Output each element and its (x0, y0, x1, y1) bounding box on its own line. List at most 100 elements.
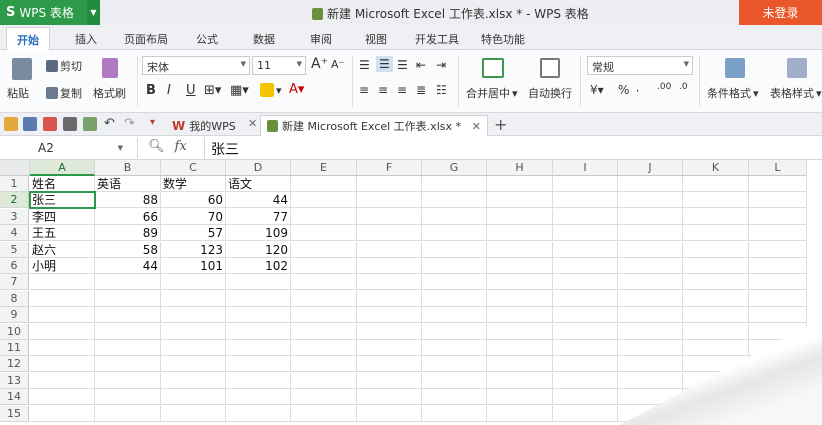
cell-i10[interactable] (553, 323, 618, 340)
cell-e9[interactable] (291, 307, 357, 324)
cell-i6[interactable] (553, 258, 618, 274)
cell-k5[interactable] (683, 241, 749, 258)
cell-a14[interactable] (30, 389, 95, 406)
cell-j8[interactable] (618, 290, 683, 307)
align-bottom-button[interactable]: ☰ (397, 58, 408, 72)
cell-h4[interactable] (487, 225, 553, 242)
undo-icon[interactable]: ↶ (104, 116, 118, 131)
cell-f4[interactable] (357, 225, 422, 242)
thousands-button[interactable]: , (636, 83, 639, 94)
customize-toolbar-icon[interactable]: ▾ (150, 117, 164, 131)
cell-a11[interactable] (30, 340, 95, 356)
cell-e15[interactable] (291, 405, 357, 422)
cell-b13[interactable] (95, 372, 161, 389)
tab-review[interactable]: 审阅 (310, 31, 332, 47)
cell-e13[interactable] (291, 372, 357, 389)
cell-f1[interactable] (357, 176, 422, 192)
table-style-button[interactable]: 表格样式 ▾ (770, 85, 822, 101)
cell-i15[interactable] (553, 405, 618, 422)
border-button[interactable]: ⊞▾ (204, 83, 221, 98)
cell-a5[interactable]: 赵六 (30, 241, 95, 258)
cell-f3[interactable] (357, 208, 422, 225)
cell-d15[interactable] (226, 405, 291, 422)
conditional-format-icon[interactable] (725, 58, 745, 78)
decrease-decimal-button[interactable]: .0 (679, 82, 688, 92)
print-preview-icon[interactable] (83, 117, 97, 131)
cell-j3[interactable] (618, 208, 683, 225)
cell-d1[interactable]: 语文 (226, 176, 291, 192)
wrap-text-button[interactable]: 自动换行 (528, 85, 572, 101)
cell-a4[interactable]: 王五 (30, 225, 95, 242)
column-header-i[interactable]: I (553, 160, 618, 176)
cell-c15[interactable] (161, 405, 226, 422)
cell-c10[interactable] (161, 323, 226, 340)
cell-l8[interactable] (749, 290, 807, 307)
cell-a10[interactable] (30, 323, 95, 340)
cell-a9[interactable] (30, 307, 95, 324)
cell-f8[interactable] (357, 290, 422, 307)
row-header-7[interactable]: 7 (0, 274, 29, 291)
cell-k7[interactable] (683, 274, 749, 291)
cell-a12[interactable] (30, 356, 95, 373)
open-folder-icon[interactable] (4, 117, 18, 131)
cell-j4[interactable] (618, 225, 683, 242)
font-size-select[interactable]: 11 ▼ (252, 56, 306, 75)
fill-color-button[interactable]: ▾ (260, 83, 282, 97)
cell-h13[interactable] (487, 372, 553, 389)
cell-f14[interactable] (357, 389, 422, 406)
row-header-5[interactable]: 5 (0, 241, 29, 258)
cell-g6[interactable] (422, 258, 487, 274)
cell-a7[interactable] (30, 274, 95, 291)
cell-d10[interactable] (226, 323, 291, 340)
cell-d4[interactable]: 109 (226, 225, 291, 242)
cell-style-button[interactable]: ▦▾ (230, 83, 249, 98)
column-header-f[interactable]: F (357, 160, 422, 176)
doc-tab-current[interactable]: 新建 Microsoft Excel 工作表.xlsx * ✕ (260, 115, 488, 136)
cell-j9[interactable] (618, 307, 683, 324)
indent-increase-button[interactable]: ⇥ (436, 58, 446, 72)
name-box[interactable]: A2 ▼ (0, 138, 138, 158)
cell-c1[interactable]: 数学 (161, 176, 226, 192)
align-top-button[interactable]: ☰ (359, 58, 370, 72)
chevron-down-icon[interactable]: ▼ (87, 0, 100, 25)
cell-a8[interactable] (30, 290, 95, 307)
cell-b2[interactable]: 88 (95, 192, 161, 209)
app-menu-button[interactable]: S WPS 表格 ▼ (0, 0, 100, 25)
cell-j1[interactable] (618, 176, 683, 192)
paste-button[interactable]: 粘贴 (7, 85, 29, 101)
cell-k1[interactable] (683, 176, 749, 192)
cell-c13[interactable] (161, 372, 226, 389)
row-header-9[interactable]: 9 (0, 307, 29, 324)
format-painter-button[interactable]: 格式刷 (93, 85, 126, 101)
cell-h9[interactable] (487, 307, 553, 324)
align-middle-button[interactable]: ☰ (376, 56, 393, 72)
cell-a3[interactable]: 李四 (30, 208, 95, 225)
cell-k2[interactable] (683, 192, 749, 209)
cell-c3[interactable]: 70 (161, 208, 226, 225)
cell-b9[interactable] (95, 307, 161, 324)
column-header-d[interactable]: D (226, 160, 291, 176)
cell-d14[interactable] (226, 389, 291, 406)
cell-e10[interactable] (291, 323, 357, 340)
font-shrink-button[interactable]: A⁻ (331, 58, 344, 71)
cell-f11[interactable] (357, 340, 422, 356)
column-header-l[interactable]: L (749, 160, 807, 176)
cell-d2[interactable]: 44 (226, 192, 291, 209)
distributed-button[interactable]: ☷ (436, 83, 447, 97)
cell-i4[interactable] (553, 225, 618, 242)
cell-e12[interactable] (291, 356, 357, 373)
cell-d8[interactable] (226, 290, 291, 307)
cell-h8[interactable] (487, 290, 553, 307)
cell-g2[interactable] (422, 192, 487, 209)
cell-f15[interactable] (357, 405, 422, 422)
cell-h12[interactable] (487, 356, 553, 373)
copy-button[interactable]: 复制 (46, 85, 82, 101)
cell-i11[interactable] (553, 340, 618, 356)
increase-decimal-button[interactable]: .00 (657, 82, 671, 92)
login-button[interactable]: 未登录 (739, 0, 822, 25)
underline-button[interactable]: U (186, 83, 196, 98)
insert-function-button[interactable]: fx (175, 139, 187, 154)
cell-g3[interactable] (422, 208, 487, 225)
export-pdf-icon[interactable] (43, 117, 57, 131)
row-header-13[interactable]: 13 (0, 372, 29, 389)
